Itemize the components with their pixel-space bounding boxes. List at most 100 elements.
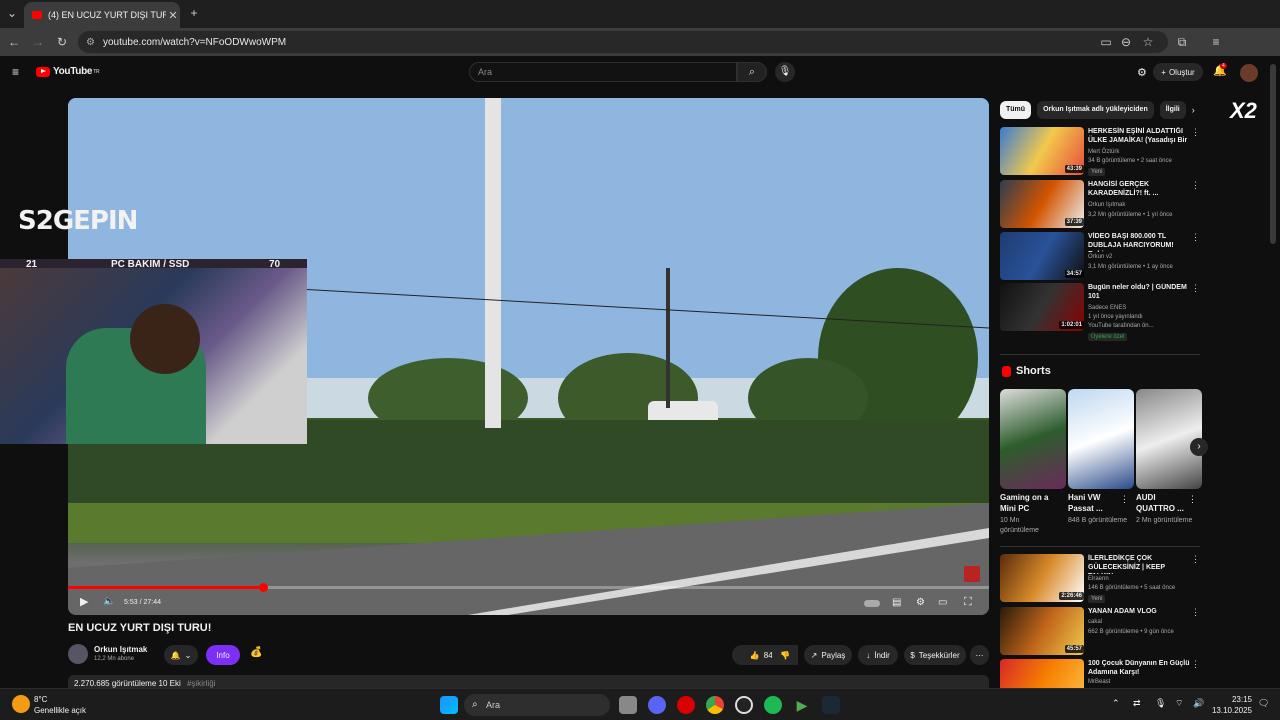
- theater-mode-icon[interactable]: ▭: [938, 597, 947, 608]
- chrome-icon[interactable]: [706, 696, 724, 714]
- tray-overflow-icon[interactable]: ⌃: [1112, 698, 1120, 709]
- download-button[interactable]: ↓ İndir: [858, 645, 898, 665]
- recommended-video[interactable]: 1:02:01 Bugün neler oldu? | GÜNDEM 101 S…: [1000, 283, 1200, 345]
- more-options-icon[interactable]: ⋮: [1191, 232, 1200, 243]
- more-options-icon[interactable]: ⋮: [1191, 659, 1200, 670]
- channel-name[interactable]: Orkun Işıtmak: [94, 645, 147, 654]
- fullscreen-icon[interactable]: ⛶: [964, 596, 972, 609]
- channel-name[interactable]: Orkun Işıtmak: [1088, 202, 1125, 208]
- hashtag[interactable]: #şikirliği: [187, 679, 215, 688]
- weather-widget[interactable]: 8°C Genellikle açık: [34, 694, 86, 716]
- back-icon[interactable]: ←: [6, 34, 22, 50]
- short-thumbnail[interactable]: [1068, 389, 1134, 489]
- close-tab-icon[interactable]: ✕: [166, 9, 180, 22]
- site-info-icon[interactable]: ⚙: [86, 37, 95, 48]
- video-title[interactable]: İLERLEDİKÇE ÇOK GÜLECEKSİNİZ | KEEP TALK…: [1088, 554, 1192, 574]
- thanks-button[interactable]: $ Teşekkürler: [904, 645, 966, 665]
- file-explorer-icon[interactable]: [619, 696, 637, 714]
- channel-name[interactable]: Elraenn: [1088, 576, 1109, 582]
- wifi-icon[interactable]: ⌔: [1175, 698, 1183, 709]
- video-title[interactable]: HANGİSİ GERÇEK KARADENİZLİ?! ft. ...: [1088, 180, 1192, 198]
- short-thumbnail[interactable]: [1000, 389, 1066, 489]
- video-thumbnail[interactable]: [1000, 659, 1084, 688]
- short-thumbnail[interactable]: [1136, 389, 1202, 489]
- avatar[interactable]: [1240, 64, 1258, 82]
- new-tab-icon[interactable]: +: [186, 5, 202, 21]
- voice-search-button[interactable]: 🎙: [775, 62, 795, 82]
- dislike-button[interactable]: 👎: [772, 645, 798, 665]
- spotify-icon[interactable]: [764, 696, 782, 714]
- chip-uploader[interactable]: Orkun Işıtmak adlı yükleyiciden: [1037, 101, 1154, 119]
- more-options-icon[interactable]: ⋮: [1188, 494, 1197, 505]
- search-input[interactable]: Ara: [469, 62, 737, 82]
- money-bag-icon[interactable]: 💰: [250, 647, 262, 658]
- subscribe-watermark-icon[interactable]: [964, 566, 980, 582]
- video-thumbnail[interactable]: 45:57: [1000, 607, 1084, 655]
- windows-start-icon[interactable]: [440, 696, 458, 714]
- channel-name[interactable]: Orkun v2: [1088, 254, 1112, 260]
- short-title[interactable]: Hani VW Passat ...: [1068, 492, 1128, 514]
- notification-center-icon[interactable]: 🗨: [1258, 698, 1269, 709]
- weather-icon[interactable]: [12, 695, 30, 713]
- zoom-icon[interactable]: ⊖: [1118, 34, 1134, 50]
- video-title[interactable]: YANAN ADAM VLOG: [1088, 607, 1192, 616]
- progress-track[interactable]: [68, 586, 989, 589]
- chip-all[interactable]: Tümü: [1000, 101, 1032, 119]
- short-title[interactable]: Gaming on a Mini PC: [1000, 492, 1060, 514]
- video-thumbnail[interactable]: 34:57: [1000, 232, 1084, 280]
- taskbar-search[interactable]: Ara: [464, 694, 610, 716]
- github-icon[interactable]: [735, 696, 753, 714]
- channel-name[interactable]: cakal: [1088, 619, 1102, 625]
- create-button[interactable]: + Oluştur: [1153, 63, 1203, 81]
- settings-gear-icon[interactable]: ⚙: [1137, 66, 1147, 79]
- reload-icon[interactable]: ↻: [54, 34, 70, 50]
- menu-icon[interactable]: ≡: [1208, 34, 1224, 50]
- recommended-video[interactable]: 100 Çocuk Dünyanın En Güçlü Adamına Karş…: [1000, 659, 1200, 688]
- share-button[interactable]: ↗ Paylaş: [804, 645, 852, 665]
- omnibox[interactable]: ⚙ youtube.com/watch?v=NFoODWwoWPM: [78, 31, 1168, 53]
- page-scrollbar[interactable]: [1270, 64, 1276, 244]
- play-icon[interactable]: ▶: [80, 595, 88, 608]
- settings-icon[interactable]: ⚙: [916, 597, 925, 608]
- volume-icon[interactable]: 🔈: [103, 596, 115, 607]
- chip-related[interactable]: İlgili: [1159, 101, 1186, 119]
- extensions-icon[interactable]: ⧉: [1174, 34, 1190, 50]
- video-thumbnail[interactable]: 1:02:01: [1000, 283, 1084, 331]
- more-options-icon[interactable]: ⋮: [1120, 494, 1129, 505]
- tab-search-icon[interactable]: ⌄: [4, 5, 20, 21]
- channel-name[interactable]: Mert Öztürk: [1088, 149, 1119, 155]
- subtitles-icon[interactable]: ▤: [892, 597, 901, 608]
- recommended-video[interactable]: 37:39 HANGİSİ GERÇEK KARADENİZLİ?! ft. .…: [1000, 180, 1200, 230]
- autoplay-toggle[interactable]: [864, 600, 880, 607]
- speaker-icon[interactable]: 🔊: [1193, 698, 1204, 709]
- recommended-video[interactable]: 2:26:46 İLERLEDİKÇE ÇOK GÜLECEKSİNİZ | K…: [1000, 554, 1200, 604]
- more-options-icon[interactable]: ⋮: [1191, 283, 1200, 294]
- channel-avatar[interactable]: [68, 644, 88, 664]
- channel-name[interactable]: MrBeast: [1088, 679, 1110, 685]
- recommended-video[interactable]: 43:39 HERKESİN EŞİNİ ALDATTIĞI ÜLKE JAMA…: [1000, 127, 1200, 177]
- browser-tab[interactable]: (4) EN UCUZ YURT DIŞI TURU! - ✕: [24, 2, 180, 28]
- recommended-video[interactable]: 34:57 VİDEO BAŞI 800.000 TL DUBLAJA HARC…: [1000, 232, 1200, 282]
- video-title[interactable]: Bugün neler oldu? | GÜNDEM 101: [1088, 283, 1192, 301]
- description-box[interactable]: 2.270.685 görüntüleme 10 Eki #şikirliği: [68, 675, 989, 689]
- more-options-icon[interactable]: ⋮: [1191, 180, 1200, 191]
- join-button[interactable]: Info: [206, 645, 240, 665]
- discord-icon[interactable]: [648, 696, 666, 714]
- more-options-icon[interactable]: ⋮: [1191, 127, 1200, 138]
- nvidia-icon[interactable]: ▶: [793, 696, 811, 714]
- video-title[interactable]: 100 Çocuk Dünyanın En Güçlü Adamına Karş…: [1088, 659, 1192, 677]
- network-icon[interactable]: ⇄: [1133, 698, 1141, 709]
- video-thumbnail[interactable]: 43:39: [1000, 127, 1084, 175]
- chevron-right-icon[interactable]: ›: [1192, 101, 1195, 119]
- cast-icon[interactable]: ▭: [1098, 34, 1114, 50]
- subscribed-bell-button[interactable]: 🔔 ⌄: [164, 645, 198, 665]
- hamburger-menu-icon[interactable]: ≡: [12, 65, 19, 79]
- system-clock[interactable]: 23:15 13.10.2025: [1212, 694, 1252, 716]
- search-button[interactable]: ⌕: [737, 62, 767, 82]
- short-title[interactable]: AUDI QUATTRO ...: [1136, 492, 1196, 514]
- more-actions-icon[interactable]: ⋯: [970, 645, 989, 665]
- recommended-video[interactable]: 45:57 YANAN ADAM VLOG cakal 662 B görünt…: [1000, 607, 1200, 657]
- opera-icon[interactable]: [677, 696, 695, 714]
- shorts-next-icon[interactable]: ›: [1190, 438, 1208, 456]
- bookmark-star-icon[interactable]: ☆: [1140, 34, 1156, 50]
